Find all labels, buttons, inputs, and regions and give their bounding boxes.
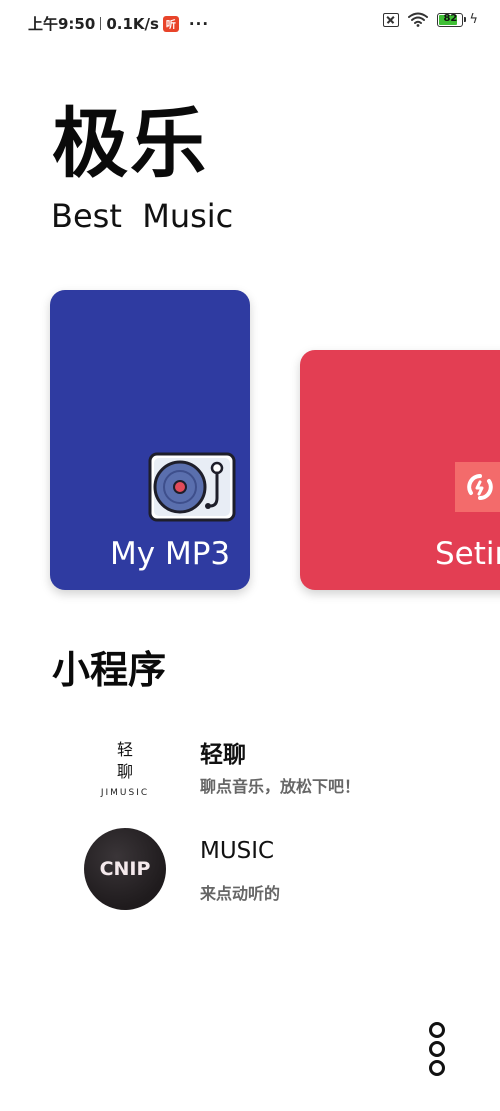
more-dot-icon: [429, 1060, 445, 1076]
listen-app-icon: 听: [162, 15, 179, 32]
mini-program-qingliao[interactable]: 轻 聊 JIMUSIC 轻聊 聊点音乐，放松下吧！: [84, 727, 464, 813]
settings-icon: [455, 462, 500, 512]
more-dot-icon: [429, 1022, 445, 1038]
wifi-icon: [408, 12, 429, 27]
app-subtitle: Best Music: [51, 197, 234, 235]
music-logo-text: CNIP: [99, 858, 151, 880]
more-options-button[interactable]: [426, 1022, 448, 1076]
settings-label: Setings: [435, 536, 500, 572]
turntable-icon: [148, 452, 236, 522]
my-mp3-card[interactable]: My MP3: [50, 290, 250, 590]
jimusic-logo: 轻 聊 JIMUSIC: [84, 727, 166, 809]
mini-program-description: 聊点音乐，放松下吧！: [200, 777, 361, 796]
logo-subtext: JIMUSIC: [100, 787, 150, 798]
settings-card[interactable]: Setings: [300, 350, 500, 590]
status-time: 上午9:50: [28, 15, 96, 33]
status-divider: [100, 17, 102, 30]
screen: 上午9:50 0.1K/s 听 ··· 82 ϟ 极乐 Best Music M…: [0, 0, 500, 1111]
status-bar-left: 上午9:50 0.1K/s 听 ···: [28, 13, 209, 34]
mini-program-name: MUSIC: [200, 838, 275, 864]
status-bar: 上午9:50 0.1K/s 听 ··· 82 ϟ: [0, 0, 500, 46]
mini-program-description: 来点动听的: [200, 884, 281, 903]
sync-icon: [467, 474, 493, 500]
my-mp3-label: My MP3: [110, 536, 231, 572]
battery-tip: [464, 16, 467, 22]
music-logo: CNIP: [84, 828, 166, 910]
logo-char-1: 轻: [116, 739, 133, 759]
status-bar-right: 82 ϟ: [383, 12, 478, 27]
sim-off-icon: [383, 12, 400, 27]
logo-char-2: 聊: [116, 761, 133, 781]
mini-programs-title: 小程序: [52, 648, 167, 692]
battery-icon: 82: [437, 12, 467, 27]
more-notifications-icon: ···: [188, 14, 210, 33]
mini-program-name: 轻聊: [200, 742, 246, 768]
app-title: 极乐: [52, 99, 208, 188]
mini-program-music[interactable]: CNIP MUSIC 来点动听的: [84, 828, 464, 914]
more-dot-icon: [429, 1041, 445, 1057]
charging-bolt-icon: ϟ: [469, 12, 478, 27]
status-network-speed: 0.1K/s: [106, 14, 159, 33]
battery-level-text: 82: [443, 12, 458, 24]
